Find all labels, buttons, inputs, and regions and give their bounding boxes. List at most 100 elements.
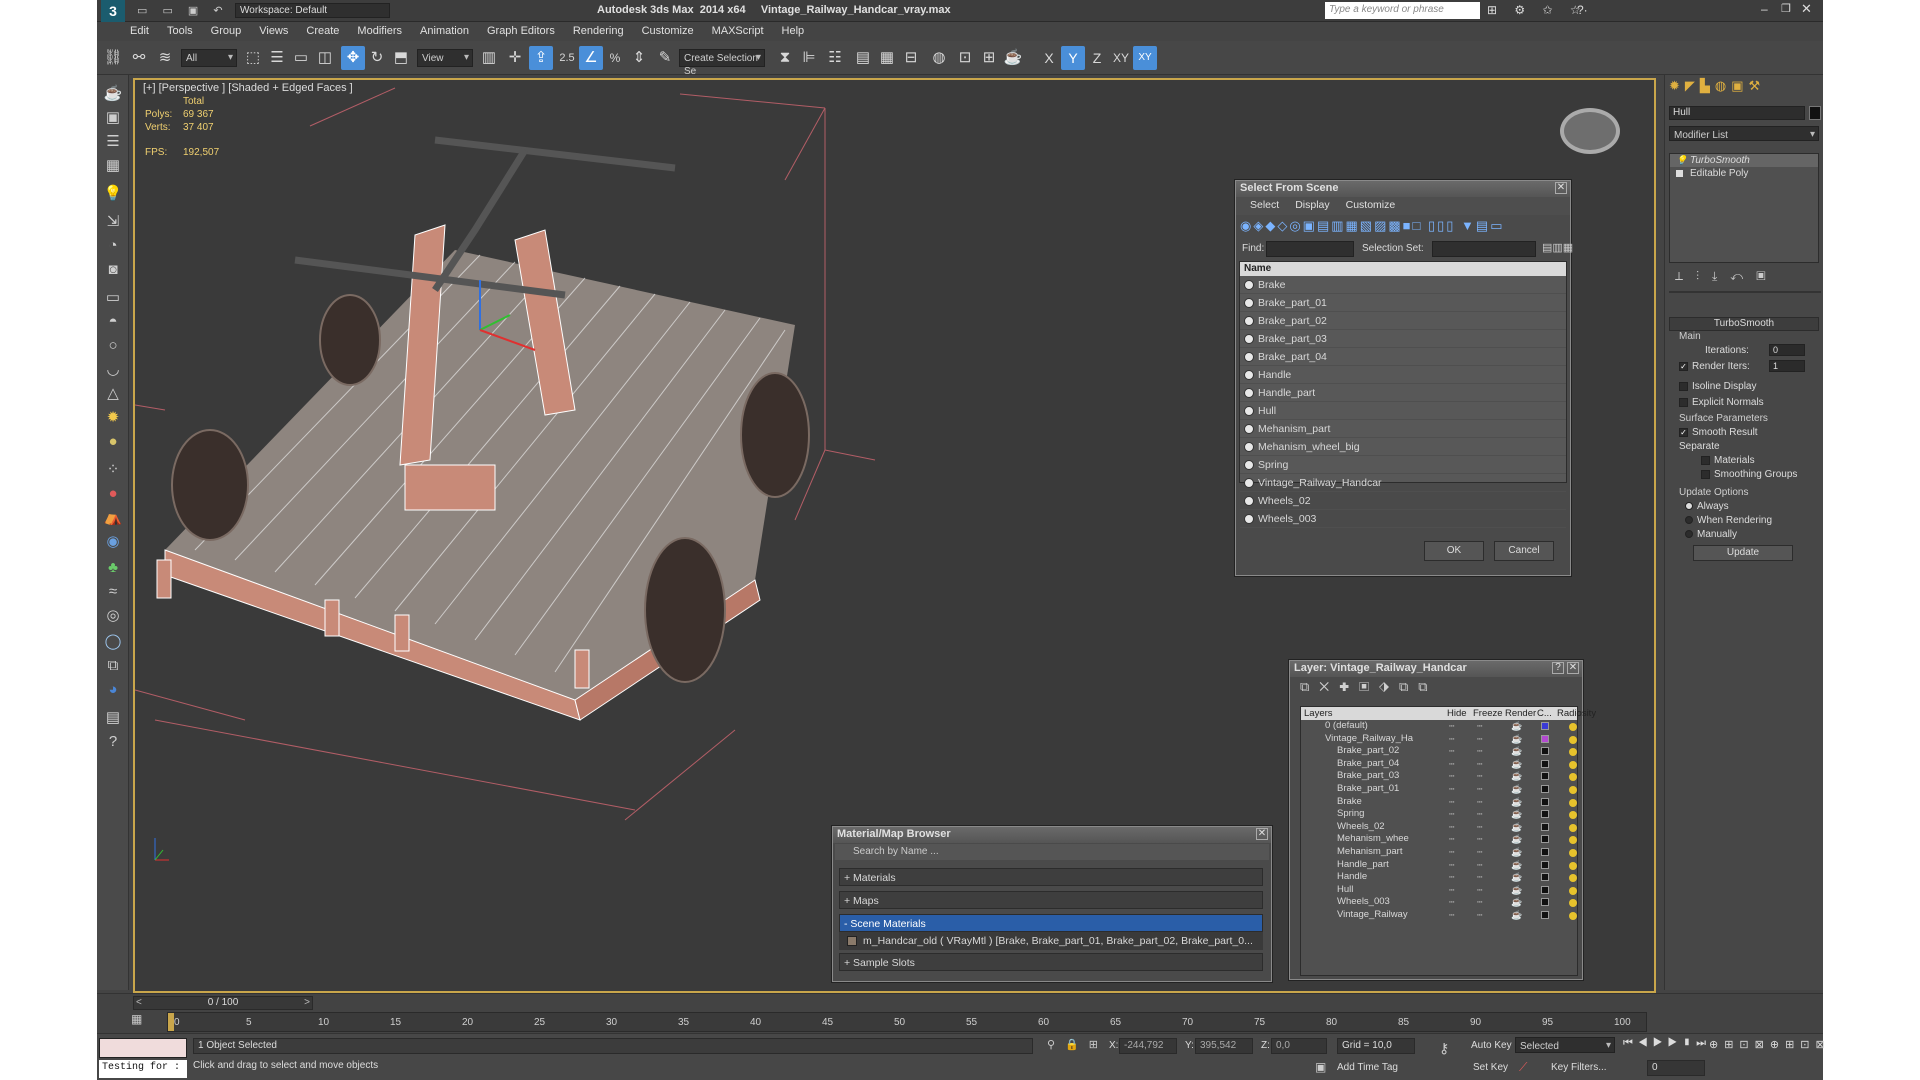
- menu-help[interactable]: Help: [773, 22, 814, 37]
- track-bar[interactable]: 0 5 10 15 20 25 30 35 40 45 50 55 60 65 70 75 80 85 90 95 10…: [167, 1012, 1647, 1032]
- help-icon[interactable]: ?·: [1577, 3, 1588, 17]
- curve-editor-icon[interactable]: ▦: [875, 46, 899, 70]
- key-filters-button[interactable]: Key Filters...: [1551, 1062, 1607, 1073]
- help-icon[interactable]: ?: [1552, 662, 1564, 674]
- hide-toggle[interactable]: ┅: [1449, 808, 1454, 820]
- render-teapot-icon[interactable]: ☕: [1511, 871, 1522, 883]
- radiosity-icon[interactable]: [1569, 723, 1577, 731]
- expand-icon[interactable]: [1676, 170, 1683, 177]
- tent-icon[interactable]: ⛺: [101, 507, 125, 529]
- hide-toggle[interactable]: ┅: [1449, 783, 1454, 795]
- add-time-tag-button[interactable]: Add Time Tag: [1337, 1062, 1398, 1073]
- axis-z-button[interactable]: Z: [1085, 46, 1109, 70]
- hide-toggle[interactable]: ┅: [1449, 758, 1454, 770]
- layer-color-swatch[interactable]: [1541, 848, 1549, 856]
- graphite-ribbon-icon[interactable]: ▤: [851, 46, 875, 70]
- radiosity-icon[interactable]: [1569, 912, 1577, 920]
- hide-toggle[interactable]: ┅: [1449, 871, 1454, 883]
- time-slider[interactable]: < 0 / 100 >: [133, 996, 313, 1010]
- cloth-icon[interactable]: ◎: [101, 605, 125, 627]
- axis-xy-button[interactable]: XY: [1109, 46, 1133, 70]
- update-when-rendering-radio[interactable]: When Rendering: [1685, 515, 1772, 526]
- scene-object-item[interactable]: Spring: [1240, 456, 1566, 474]
- material-editor-icon[interactable]: ◍: [927, 46, 951, 70]
- layer-color-swatch[interactable]: [1541, 785, 1549, 793]
- mini-curve-editor-icon[interactable]: ▦: [131, 1012, 142, 1026]
- layer-color-swatch[interactable]: [1541, 898, 1549, 907]
- hair-icon[interactable]: ≈: [101, 581, 125, 603]
- layer-object-row[interactable]: Mehanism_whee ┅ ┅ ☕: [1301, 833, 1583, 846]
- omni-light-icon[interactable]: ●: [101, 431, 125, 453]
- scene-object-item[interactable]: Brake: [1240, 276, 1566, 294]
- group-sample-slots[interactable]: + Sample Slots: [839, 953, 1263, 971]
- col-render[interactable]: Render: [1505, 707, 1536, 720]
- grid-icon[interactable]: ▦: [101, 155, 125, 177]
- render-teapot-icon[interactable]: ☕: [1511, 821, 1522, 833]
- layer-manager-icon[interactable]: ☷: [823, 46, 847, 70]
- axis-constraint-flyout-icon[interactable]: XY: [1133, 46, 1157, 70]
- group-materials[interactable]: + Materials: [839, 868, 1263, 886]
- hide-toggle[interactable]: ┅: [1449, 796, 1454, 808]
- stack-item-turbosmooth[interactable]: 💡 TurboSmooth: [1670, 154, 1818, 167]
- window-crossing-icon[interactable]: ◫: [313, 46, 337, 70]
- scene-object-item[interactable]: Wheels_02: [1240, 492, 1566, 510]
- layer-color-swatch[interactable]: [1541, 860, 1549, 869]
- col-layers[interactable]: Layers: [1304, 707, 1333, 720]
- menu-rendering[interactable]: Rendering: [564, 22, 633, 37]
- render-teapot-icon[interactable]: ☕: [1511, 758, 1522, 770]
- freeze-toggle[interactable]: ┅: [1477, 859, 1482, 871]
- layer-color-swatch[interactable]: [1541, 835, 1549, 844]
- layer-color-swatch[interactable]: [1541, 759, 1549, 768]
- viewcube-icon[interactable]: [1560, 108, 1620, 154]
- selection-filter-dropdown[interactable]: All: [181, 49, 237, 67]
- scene-material-item[interactable]: m_Handcar_old ( VRayMtl ) [Brake, Brake_…: [839, 932, 1263, 950]
- col-color[interactable]: C...: [1537, 707, 1552, 720]
- particles-icon[interactable]: ⁘: [101, 459, 125, 481]
- menu-create[interactable]: Create: [297, 22, 348, 37]
- radiosity-icon[interactable]: [1569, 886, 1577, 895]
- freeze-toggle[interactable]: ┅: [1477, 896, 1482, 908]
- freeze-toggle[interactable]: ┅: [1477, 871, 1482, 883]
- layer-color-swatch[interactable]: [1541, 722, 1549, 730]
- layer-object-row[interactable]: Wheels_003 ┅ ┅ ☕: [1301, 896, 1583, 909]
- select-rotate-icon[interactable]: ↻: [365, 46, 389, 70]
- scene-object-item[interactable]: Brake_part_04: [1240, 348, 1566, 366]
- hide-toggle[interactable]: ┅: [1449, 770, 1454, 782]
- menu-select[interactable]: Select: [1250, 199, 1279, 211]
- freeze-toggle[interactable]: ┅: [1477, 758, 1482, 770]
- layer-color-swatch[interactable]: [1541, 822, 1549, 831]
- menu-graph-editors[interactable]: Graph Editors: [478, 22, 564, 37]
- scene-object-item[interactable]: Hull: [1240, 402, 1566, 420]
- hide-toggle[interactable]: ┅: [1449, 733, 1454, 745]
- key-mode-dropdown[interactable]: Selected: [1515, 1037, 1615, 1053]
- layer-color-swatch[interactable]: [1541, 797, 1549, 806]
- spinner-snap-icon[interactable]: ⇕: [627, 46, 651, 70]
- teapot-icon[interactable]: ☕: [101, 83, 125, 105]
- scene-explorer-icon[interactable]: ⧉: [101, 655, 125, 677]
- stack-tools-icons[interactable]: ⟂⫶⤓⤺▣: [1675, 269, 1779, 284]
- layer-object-row[interactable]: Brake_part_01 ┅ ┅ ☕: [1301, 783, 1583, 796]
- group-maps[interactable]: + Maps: [839, 891, 1263, 909]
- separate-materials-checkbox[interactable]: Materials: [1701, 455, 1755, 466]
- layer-columns-header[interactable]: Layers Hide Freeze Render C... Radiosity: [1301, 707, 1596, 720]
- group-scene-materials[interactable]: - Scene Materials: [839, 914, 1263, 932]
- playback-controls[interactable]: ⏮◀▶▶▮⏭: [1623, 1037, 1711, 1050]
- turbosmooth-rollout[interactable]: TurboSmooth: [1669, 317, 1819, 331]
- scene-object-item[interactable]: Brake_part_01: [1240, 294, 1566, 312]
- earth-icon[interactable]: ◕: [101, 679, 125, 701]
- sphere-icon[interactable]: ○: [101, 335, 125, 357]
- plane-icon[interactable]: ▭: [101, 287, 125, 309]
- bubble-icon[interactable]: ◯: [101, 631, 125, 653]
- render-teapot-icon[interactable]: ☕: [1511, 783, 1522, 795]
- sun-icon[interactable]: ✹: [101, 407, 125, 429]
- name-column-header[interactable]: Name: [1240, 262, 1566, 276]
- scene-object-item[interactable]: Brake_part_03: [1240, 330, 1566, 348]
- object-color-swatch[interactable]: [1809, 106, 1821, 120]
- explicit-normals-checkbox[interactable]: Explicit Normals: [1679, 397, 1764, 408]
- filter-toolbar[interactable]: ◉◈◆◇◎▣▤▥▦▧▨▩■□ ▯▯▯ ▼▤▭: [1236, 215, 1570, 239]
- render-teapot-icon[interactable]: ☕: [1511, 859, 1522, 871]
- menu-group[interactable]: Group: [202, 22, 251, 37]
- time-tag-icon[interactable]: ▣: [1315, 1060, 1326, 1074]
- freeze-toggle[interactable]: ┅: [1477, 720, 1482, 732]
- hose-icon[interactable]: ◔: [101, 235, 125, 257]
